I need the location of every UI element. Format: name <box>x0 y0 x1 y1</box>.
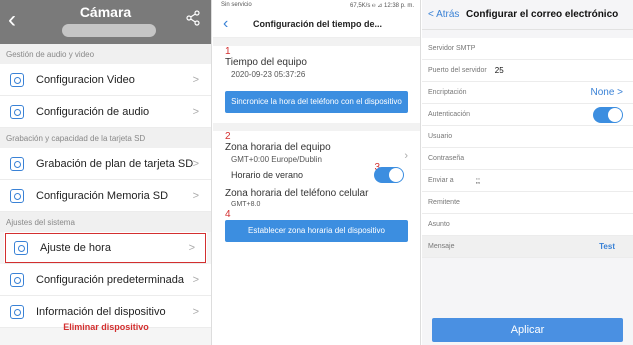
status-carrier: Sin servicio <box>221 2 252 8</box>
field-label: Usuario <box>428 133 453 140</box>
server-port-field[interactable]: Puerto del servidor 25 <box>422 60 633 82</box>
divider <box>213 38 420 46</box>
field-label: Encriptación <box>428 89 467 96</box>
authentication-row: Autenticación <box>422 104 633 126</box>
back-button[interactable]: < Atrás <box>428 9 459 20</box>
item-audio-config[interactable]: Configuración de audio > <box>0 96 211 128</box>
time-settings-title: Configuración del tiempo de... <box>253 19 383 29</box>
sync-time-button[interactable]: Sincronice la hora del teléfono con el d… <box>225 91 408 113</box>
clock-icon <box>14 240 28 255</box>
item-label: Grabación de plan de tarjeta SD <box>36 157 194 170</box>
email-nav-bar: < Atrás Configurar el correo electrónico <box>422 0 633 30</box>
set-timezone-button[interactable]: Establecer zona horaria del dispositivo <box>225 220 408 242</box>
item-label: Configuración de audio <box>36 105 150 118</box>
item-sd-plan[interactable]: Grabación de plan de tarjeta SD > <box>0 148 211 180</box>
camera-settings-panel: ‹ Cámara Gestión de audio y video Config… <box>0 0 212 345</box>
camera-title: Cámara <box>79 4 132 20</box>
field-label: Mensaje <box>428 243 455 250</box>
test-button[interactable]: Test <box>599 242 615 251</box>
status-info: 67,5K/s ℮ ⊿ 12:38 p. m. <box>350 3 414 9</box>
chevron-right-icon: > <box>192 106 199 118</box>
item-video-config[interactable]: Configuracion Video > <box>0 64 211 96</box>
item-default-config[interactable]: Configuración predeterminada > <box>0 264 211 296</box>
field-label: Puerto del servidor <box>428 67 487 74</box>
field-label: Enviar a <box>428 177 454 184</box>
time-settings-panel: Sin servicio 67,5K/s ℮ ⊿ 12:38 p. m. ‹ C… <box>213 0 421 345</box>
smtp-server-field[interactable]: Servidor SMTP <box>422 38 633 60</box>
time-nav-bar: ‹ Configuración del tiempo de... <box>213 12 420 38</box>
chevron-right-icon: › <box>404 150 408 162</box>
message-row: Mensaje Test <box>422 236 633 258</box>
item-sd-memory[interactable]: Configuración Memoria SD > <box>0 180 211 212</box>
annotation-4: 4 <box>225 209 231 220</box>
field-label: Remitente <box>428 199 460 206</box>
dst-row: Horario de verano 3 <box>213 162 420 186</box>
apply-button[interactable]: Aplicar <box>432 318 623 342</box>
field-label: Autenticación <box>428 111 471 118</box>
section-header-system: Ajustes del sistema <box>0 212 211 232</box>
device-tz-label: Zona horaria del equipo <box>225 142 331 153</box>
speaker-icon <box>10 104 24 119</box>
encryption-value: None > <box>590 87 623 98</box>
authentication-toggle[interactable] <box>593 107 623 123</box>
chevron-right-icon: > <box>192 274 199 286</box>
item-time-settings[interactable]: Ajuste de hora > <box>4 232 207 264</box>
device-name-bar <box>62 24 156 37</box>
item-label: Ajuste de hora <box>40 241 111 254</box>
back-icon[interactable]: ‹ <box>223 15 228 33</box>
dst-label: Horario de verano <box>231 170 304 180</box>
device-timezone-row[interactable]: Zona horaria del equipo GMT+0:00 Europe/… <box>213 142 420 164</box>
phone-tz-label: Zona horaria del teléfono celular <box>225 188 369 199</box>
field-label: Contraseña <box>428 155 465 162</box>
field-value: ;; <box>475 176 481 185</box>
send-to-field[interactable]: Enviar a ;; <box>422 170 633 192</box>
email-settings-panel: < Atrás Configurar el correo electrónico… <box>422 0 633 345</box>
field-label: Servidor SMTP <box>428 45 476 52</box>
chevron-right-icon: > <box>192 306 199 318</box>
device-time-value: 2020-09-23 05:37:26 <box>231 70 306 79</box>
delete-device-button[interactable]: Eliminar dispositivo <box>0 322 211 332</box>
chevron-right-icon: > <box>192 74 199 86</box>
section-header-audio-video: Gestión de audio y video <box>0 44 211 64</box>
subject-field[interactable]: Asunto <box>422 214 633 236</box>
divider <box>213 123 420 131</box>
item-label: Configuración Memoria SD <box>36 189 169 202</box>
device-tz-value: GMT+0:00 Europe/Dublin <box>231 155 322 164</box>
email-form: Servidor SMTP Puerto del servidor 25 Enc… <box>422 38 633 258</box>
camera-icon <box>10 72 24 87</box>
reset-icon <box>10 272 24 287</box>
dst-toggle[interactable] <box>374 167 404 183</box>
chevron-right-icon: > <box>188 242 195 254</box>
video-record-icon <box>10 156 24 171</box>
field-label: Asunto <box>428 221 450 228</box>
annotation-2: 2 <box>225 131 231 142</box>
share-icon[interactable] <box>185 10 201 26</box>
device-time-label: Tiempo del equipo <box>225 57 307 68</box>
section-header-sd: Grabación y capacidad de la tarjeta SD <box>0 128 211 148</box>
sd-card-icon <box>10 188 24 203</box>
phone-tz-value: GMT+8.0 <box>231 201 261 208</box>
camera-header: ‹ Cámara <box>0 0 211 44</box>
user-field[interactable]: Usuario <box>422 126 633 148</box>
chevron-right-icon: > <box>192 190 199 202</box>
item-label: Configuracion Video <box>36 73 135 86</box>
info-icon <box>10 304 24 319</box>
email-title: Configurar el correo electrónico <box>466 9 619 20</box>
item-label: Configuración predeterminada <box>36 273 184 286</box>
password-field[interactable]: Contraseña <box>422 148 633 170</box>
annotation-1: 1 <box>225 46 231 57</box>
field-value: 25 <box>494 66 504 75</box>
item-label: Información del dispositivo <box>36 305 166 318</box>
status-bar: Sin servicio 67,5K/s ℮ ⊿ 12:38 p. m. <box>213 0 420 12</box>
chevron-right-icon: > <box>192 158 199 170</box>
sender-field[interactable]: Remitente <box>422 192 633 214</box>
encryption-select[interactable]: Encriptación None > <box>422 82 633 104</box>
